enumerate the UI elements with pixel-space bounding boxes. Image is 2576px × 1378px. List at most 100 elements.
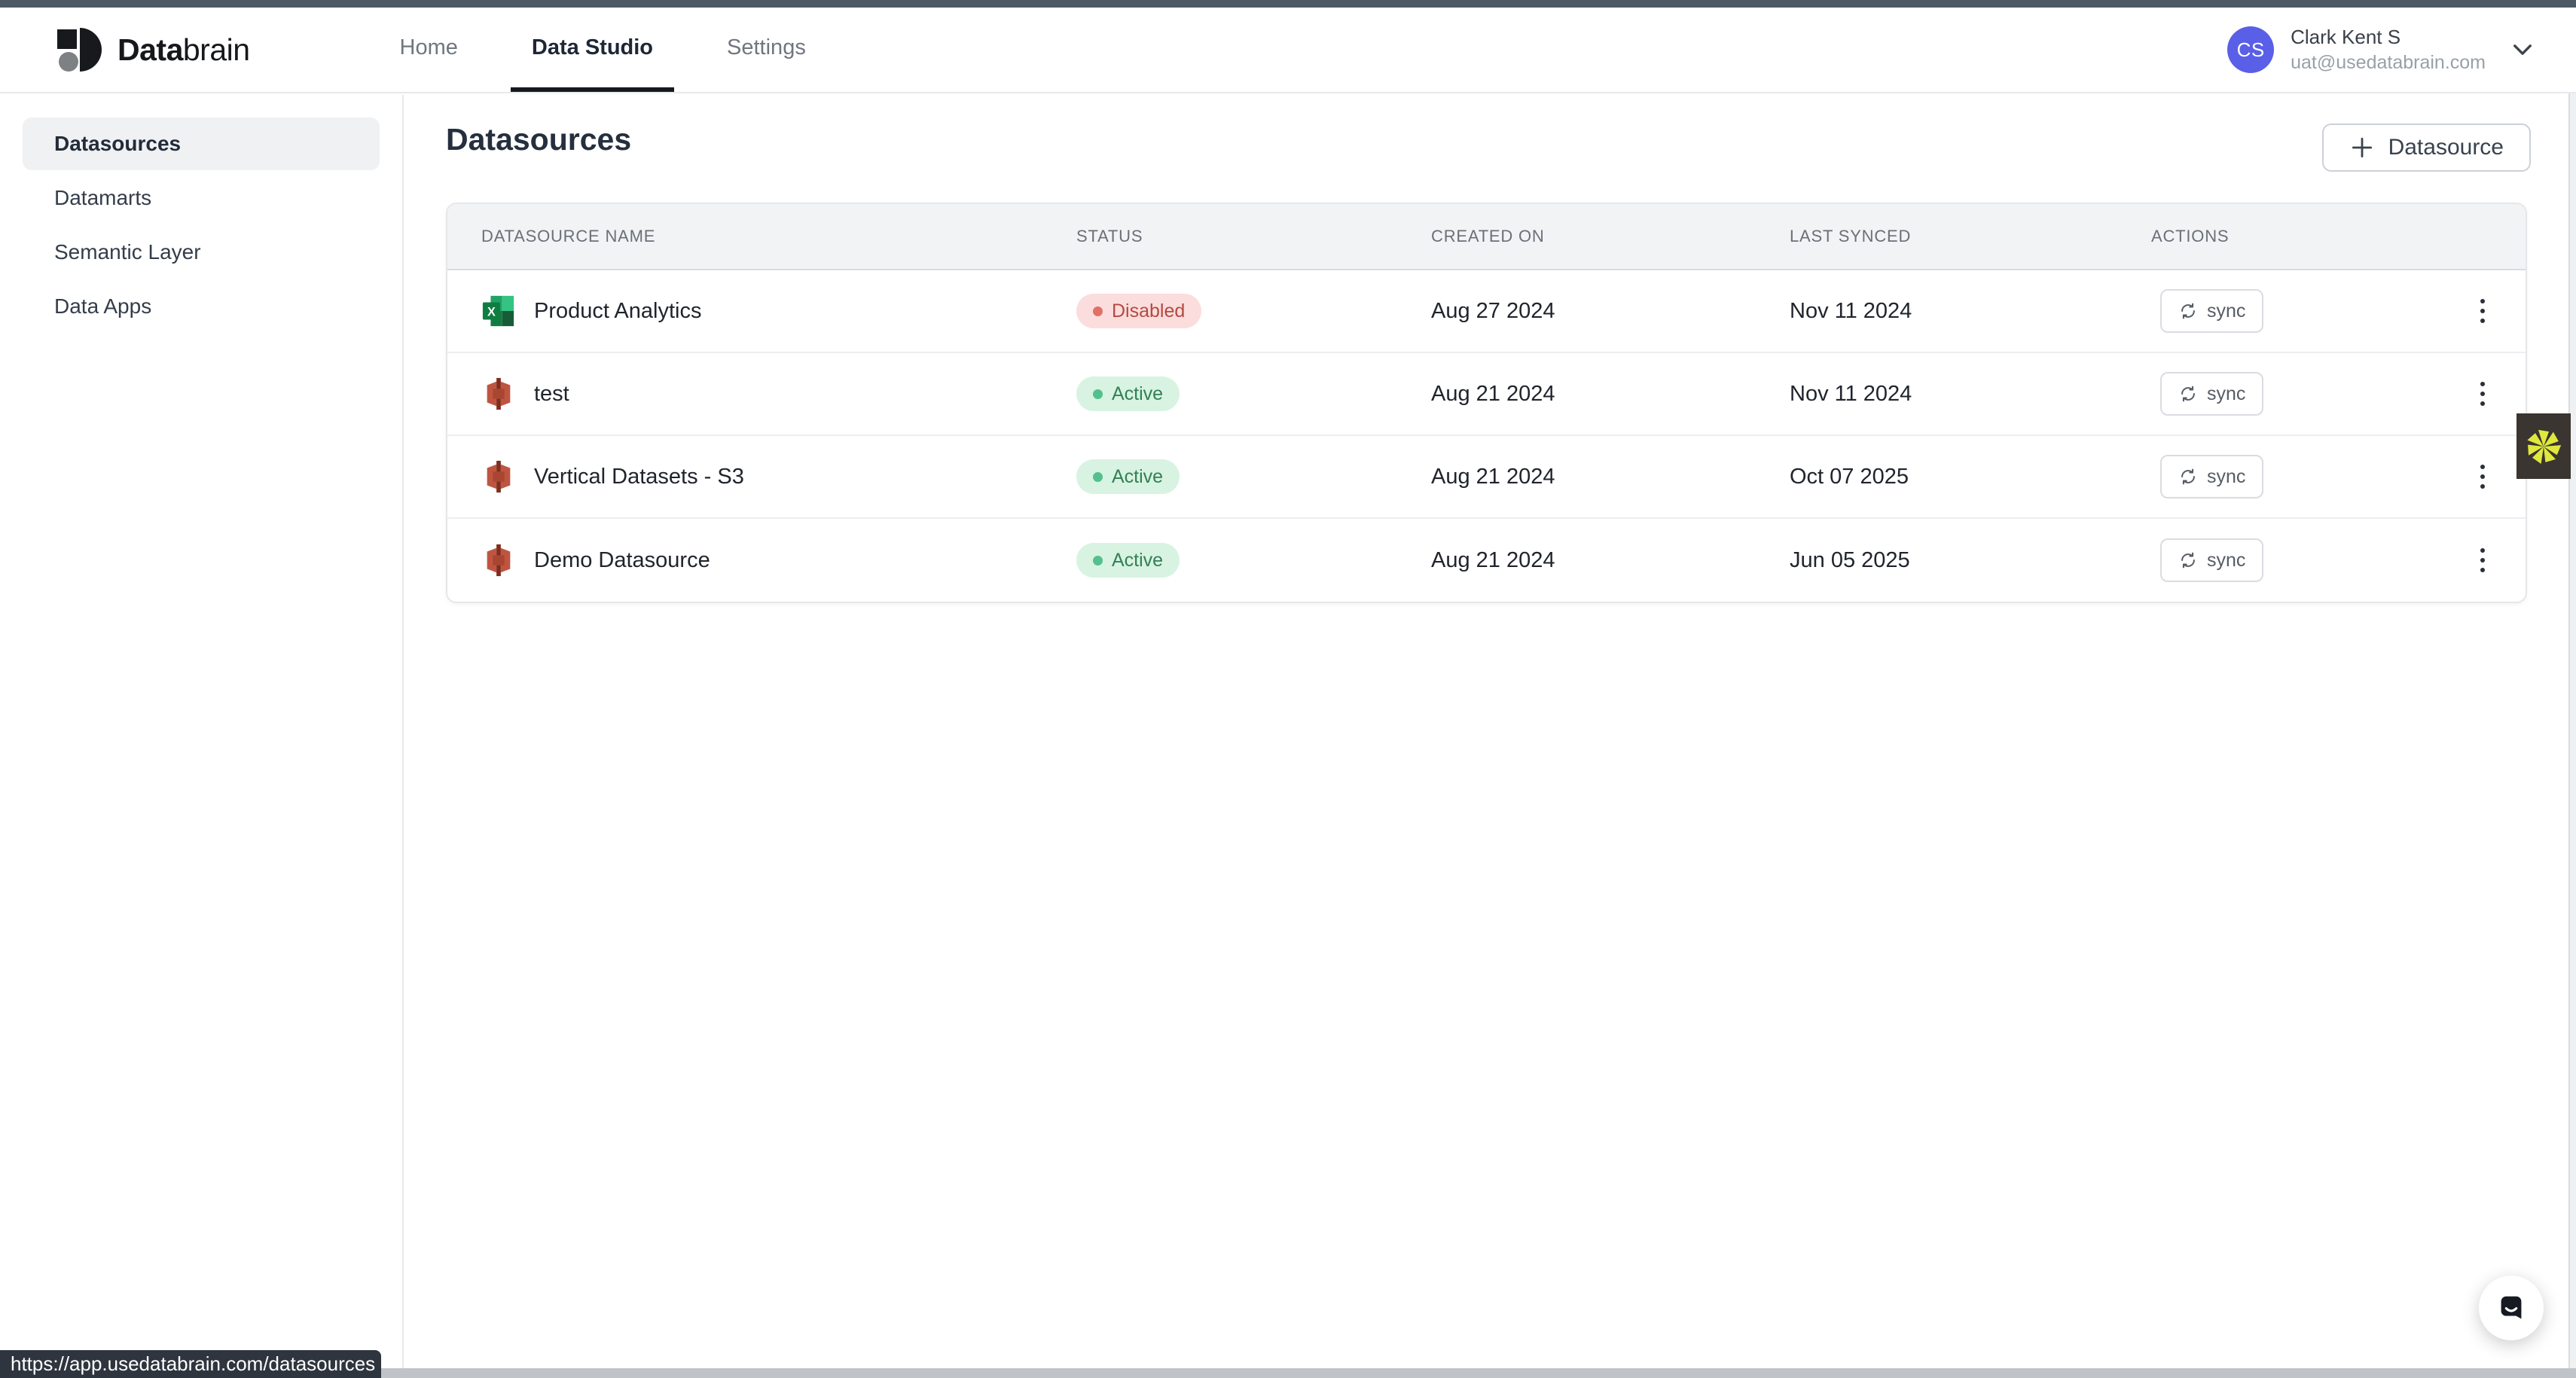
datasource-name: Demo Datasource bbox=[534, 548, 710, 573]
row-menu-button[interactable] bbox=[2474, 459, 2491, 495]
last-synced-cell: Oct 07 2025 bbox=[1790, 465, 2151, 489]
datasource-name: test bbox=[534, 382, 569, 407]
datasources-table: DATASOURCE NAME STATUS CREATED ON LAST S… bbox=[446, 203, 2527, 603]
actions-cell: sync bbox=[2151, 289, 2526, 333]
status-cell: Active bbox=[1076, 459, 1431, 494]
column-header-actions: ACTIONS bbox=[2151, 227, 2526, 246]
feedback-widget-tab[interactable] bbox=[2516, 413, 2571, 479]
datasource-type-icon-slot: X bbox=[481, 294, 516, 328]
excel-icon: X bbox=[481, 294, 516, 328]
sidebar-item-datasources[interactable]: Datasources bbox=[23, 117, 380, 170]
user-menu[interactable]: CS Clark Kent S uat@usedatabrain.com bbox=[2227, 8, 2532, 92]
redshift-icon bbox=[481, 543, 516, 578]
last-synced-cell: Nov 11 2024 bbox=[1790, 382, 2151, 407]
asterisk-icon bbox=[2523, 425, 2565, 468]
status-dot-icon bbox=[1093, 472, 1103, 482]
top-nav: Home Data Studio Settings bbox=[363, 8, 843, 92]
datasource-name: Vertical Datasets - S3 bbox=[534, 465, 744, 489]
sync-button[interactable]: sync bbox=[2160, 372, 2263, 416]
datasource-name-cell: Vertical Datasets - S3 bbox=[447, 459, 1076, 494]
redshift-icon bbox=[481, 459, 516, 494]
plus-icon bbox=[2349, 135, 2375, 160]
datasource-type-icon-slot bbox=[481, 377, 516, 411]
created-on-cell: Aug 21 2024 bbox=[1431, 465, 1790, 489]
sidebar-item-semantic-layer[interactable]: Semantic Layer bbox=[23, 226, 380, 279]
sync-label: sync bbox=[2207, 466, 2245, 488]
sync-button[interactable]: sync bbox=[2160, 289, 2263, 333]
sidebar: Datasources Datamarts Semantic Layer Dat… bbox=[0, 95, 404, 1378]
table-row[interactable]: test Active Aug 21 2024 Nov 11 2024 sync bbox=[447, 353, 2526, 436]
table-row[interactable]: Vertical Datasets - S3 Active Aug 21 202… bbox=[447, 436, 2526, 519]
main-content: Datasources Datasource DATASOURCE NAME S… bbox=[404, 95, 2576, 1378]
datasource-name-cell: test bbox=[447, 377, 1076, 411]
refresh-icon bbox=[2178, 467, 2198, 486]
nav-item-data-studio[interactable]: Data Studio bbox=[511, 8, 674, 92]
created-on-cell: Aug 21 2024 bbox=[1431, 382, 1790, 407]
status-dot-icon bbox=[1093, 306, 1103, 316]
svg-text:X: X bbox=[487, 306, 496, 319]
datasource-type-icon-slot bbox=[481, 543, 516, 578]
add-datasource-button[interactable]: Datasource bbox=[2322, 123, 2531, 172]
table-header: DATASOURCE NAME STATUS CREATED ON LAST S… bbox=[447, 204, 2526, 270]
brand-logo[interactable]: Databrain bbox=[53, 8, 250, 92]
page-title: Datasources bbox=[446, 122, 631, 157]
table-body: X Product Analytics Disabled Aug 27 2024… bbox=[447, 270, 2526, 602]
status-cell: Active bbox=[1076, 543, 1431, 578]
brand-name-light: brain bbox=[183, 32, 250, 67]
status-dot-icon bbox=[1093, 556, 1103, 566]
add-datasource-label: Datasource bbox=[2388, 135, 2504, 160]
chat-widget-button[interactable] bbox=[2479, 1276, 2544, 1340]
status-url: https://app.usedatabrain.com/datasources bbox=[11, 1352, 375, 1376]
column-header-created: CREATED ON bbox=[1431, 227, 1790, 246]
status-badge: Active bbox=[1076, 377, 1180, 411]
refresh-icon bbox=[2178, 550, 2198, 570]
status-badge: Active bbox=[1076, 459, 1180, 494]
sync-button[interactable]: sync bbox=[2160, 455, 2263, 498]
nav-item-settings[interactable]: Settings bbox=[706, 8, 827, 92]
sync-label: sync bbox=[2207, 300, 2245, 322]
user-email: uat@usedatabrain.com bbox=[2291, 52, 2486, 74]
brand-name: Databrain bbox=[118, 32, 250, 68]
created-on-cell: Aug 21 2024 bbox=[1431, 548, 1790, 573]
datasource-type-icon-slot bbox=[481, 459, 516, 494]
status-label: Active bbox=[1112, 466, 1163, 488]
status-label: Disabled bbox=[1112, 300, 1185, 322]
table-row[interactable]: X Product Analytics Disabled Aug 27 2024… bbox=[447, 270, 2526, 353]
avatar: CS bbox=[2227, 26, 2274, 73]
table-row[interactable]: Demo Datasource Active Aug 21 2024 Jun 0… bbox=[447, 519, 2526, 602]
row-menu-button[interactable] bbox=[2474, 293, 2491, 329]
datasource-name-cell: Demo Datasource bbox=[447, 543, 1076, 578]
created-on-cell: Aug 27 2024 bbox=[1431, 299, 1790, 324]
datasource-name: Product Analytics bbox=[534, 299, 701, 324]
column-header-name: DATASOURCE NAME bbox=[447, 227, 1076, 246]
redshift-icon bbox=[481, 377, 516, 411]
sidebar-item-datamarts[interactable]: Datamarts bbox=[23, 172, 380, 224]
sync-button[interactable]: sync bbox=[2160, 538, 2263, 582]
row-menu-button[interactable] bbox=[2474, 376, 2491, 412]
column-header-status: STATUS bbox=[1076, 227, 1431, 246]
brand-name-bold: Data bbox=[118, 32, 183, 67]
sidebar-item-data-apps[interactable]: Data Apps bbox=[23, 280, 380, 333]
window-bottom-strip bbox=[0, 1368, 2576, 1378]
databrain-logo-icon bbox=[53, 25, 102, 75]
scrollbar-track[interactable] bbox=[2568, 8, 2576, 1368]
chevron-down-icon bbox=[2513, 43, 2532, 56]
row-menu-button[interactable] bbox=[2474, 542, 2491, 578]
status-cell: Active bbox=[1076, 377, 1431, 411]
column-header-synced: LAST SYNCED bbox=[1790, 227, 2151, 246]
status-badge: Active bbox=[1076, 543, 1180, 578]
chat-bubble-icon bbox=[2494, 1291, 2529, 1325]
nav-item-home[interactable]: Home bbox=[379, 8, 479, 92]
actions-cell: sync bbox=[2151, 455, 2526, 498]
sync-label: sync bbox=[2207, 550, 2245, 572]
sync-label: sync bbox=[2207, 383, 2245, 405]
user-meta: Clark Kent S uat@usedatabrain.com bbox=[2291, 26, 2486, 74]
status-label: Active bbox=[1112, 550, 1163, 572]
actions-cell: sync bbox=[2151, 538, 2526, 582]
datasource-name-cell: X Product Analytics bbox=[447, 294, 1076, 328]
app-header: Databrain Home Data Studio Settings CS C… bbox=[0, 8, 2576, 93]
status-badge: Disabled bbox=[1076, 294, 1201, 328]
user-name: Clark Kent S bbox=[2291, 26, 2486, 49]
refresh-icon bbox=[2178, 301, 2198, 321]
status-label: Active bbox=[1112, 383, 1163, 405]
